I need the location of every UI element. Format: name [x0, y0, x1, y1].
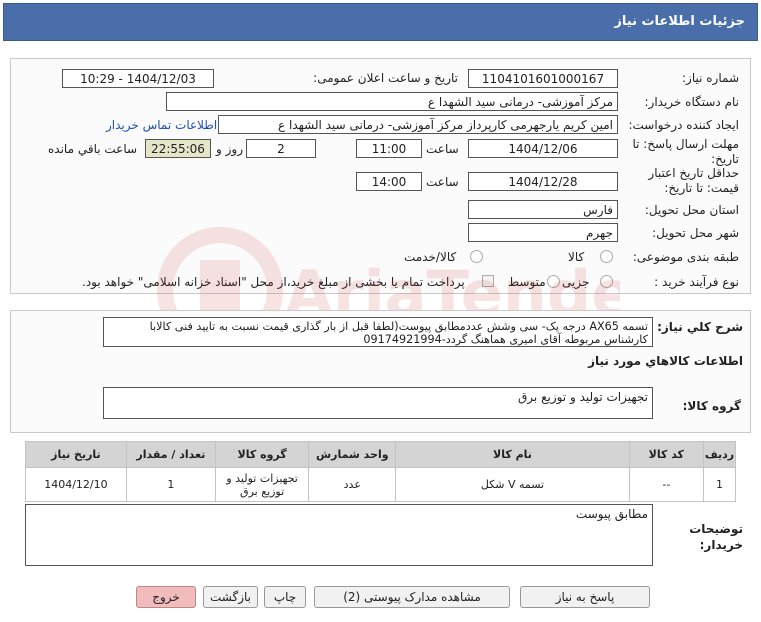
price-validity-time-label: ساعت: [426, 175, 459, 189]
remaining-time-field: 22:55:06: [145, 139, 211, 158]
announce-datetime-field[interactable]: 1404/12/03 - 10:29: [62, 69, 214, 88]
col-unit: واحد شمارش: [308, 441, 397, 468]
cell-qty: 1: [125, 467, 216, 502]
remaining-days-label: روز و: [216, 142, 243, 156]
requester-label: ایجاد کننده درخواست:: [628, 118, 739, 132]
buyer-notes-label: توضیحات خریدار:: [689, 522, 743, 552]
price-validity-time-field[interactable]: 14:00: [356, 172, 422, 191]
buyer-notes-textarea[interactable]: مطابق پیوست: [25, 504, 653, 566]
summary-label: شرح کلي نياز:: [657, 320, 743, 334]
need-number-field[interactable]: 1104101601000167: [468, 69, 618, 88]
reply-deadline-time-label: ساعت: [426, 142, 459, 156]
reply-deadline-date-field[interactable]: 1404/12/06: [468, 139, 618, 158]
province-field[interactable]: فارس: [468, 200, 618, 219]
city-label: شهر محل تحویل:: [652, 226, 739, 240]
cell-code: --: [628, 467, 704, 502]
category-label: طبقه بندی موضوعی:: [632, 250, 739, 264]
buyer-org-field[interactable]: مرکز آموزشی- درمانی سید الشهدا ع: [166, 92, 618, 111]
col-date: تاریخ نیاز: [25, 441, 127, 468]
need-number-label: شماره نیاز:: [682, 71, 739, 85]
goods-group-value: تجهیزات تولید و توزیع برق: [518, 390, 648, 404]
goods-group-field[interactable]: تجهیزات تولید و توزیع برق: [103, 387, 653, 419]
reply-deadline-time-field[interactable]: 11:00: [356, 139, 422, 158]
print-button[interactable]: چاپ: [264, 586, 306, 608]
summary-line-1: تسمه AX65 درجه یک- سی وشش عددمطابق پیوست…: [149, 320, 648, 333]
cell-group: تجهیزات تولید و توزیع برق: [214, 467, 310, 502]
announce-datetime-label: تاریخ و ساعت اعلان عمومی:: [313, 71, 458, 85]
page-title: جزئیات اطلاعات نیاز: [614, 14, 745, 29]
title-bar: جزئیات اطلاعات نیاز: [3, 3, 758, 41]
remaining-time-label: ساعت باقي مانده: [48, 142, 138, 156]
summary-textarea[interactable]: تسمه AX65 درجه یک- سی وشش عددمطابق پیوست…: [103, 317, 653, 347]
buyer-contact-link[interactable]: اطلاعات تماس خریدار: [106, 118, 217, 132]
reply-deadline-label: مهلت ارسال پاسخ: تا تاریخ:: [632, 137, 739, 166]
col-code: کد کالا: [628, 441, 704, 468]
buyer-org-label: نام دستگاه خریدار:: [644, 95, 740, 109]
province-label: استان محل تحویل:: [644, 203, 739, 217]
view-attachments-button[interactable]: مشاهده مدارک پیوستی (2): [314, 586, 510, 608]
reply-button[interactable]: پاسخ به نیاز: [520, 586, 650, 608]
col-group: گروه کالا: [214, 441, 310, 468]
requester-field[interactable]: امین کریم یارجهرمی کارپرداز مرکز آموزشی-…: [218, 115, 618, 134]
process-label: نوع فرآیند خرید :: [654, 275, 739, 289]
exit-button[interactable]: خروج: [136, 586, 196, 608]
cell-date: 1404/12/10: [25, 467, 127, 502]
goods-section-title: اطلاعات کالاهاي مورد نياز: [588, 354, 743, 368]
price-validity-label: حداقل تاریخ اعتبار قیمت: تا تاریخ:: [648, 166, 739, 195]
goods-table: ردیف کد کالا نام کالا واحد شمارش گروه کا…: [25, 441, 737, 502]
cell-row: 1: [702, 467, 737, 502]
col-row: ردیف: [702, 441, 737, 468]
remaining-days-field[interactable]: 2: [246, 139, 316, 158]
goods-group-label: گروه کالا:: [682, 399, 741, 413]
buyer-notes-value: مطابق پیوست: [575, 507, 648, 521]
price-validity-date-field[interactable]: 1404/12/28: [468, 172, 618, 191]
goods-table-header: ردیف کد کالا نام کالا واحد شمارش گروه کا…: [25, 441, 737, 468]
goods-table-wrapper: ردیف کد کالا نام کالا واحد شمارش گروه کا…: [25, 441, 737, 502]
cell-unit: عدد: [308, 467, 397, 502]
back-button[interactable]: بازگشت: [203, 586, 258, 608]
summary-line-2: کارشناس مربوطه آقای امیری هماهنگ گردد-09…: [363, 333, 648, 346]
col-qty: تعداد / مقدار: [125, 441, 216, 468]
col-name: نام کالا: [395, 441, 630, 468]
table-row: 1 -- تسمه V شکل عدد تجهیزات تولید و توزی…: [25, 467, 737, 502]
cell-name: تسمه V شکل: [395, 467, 630, 502]
